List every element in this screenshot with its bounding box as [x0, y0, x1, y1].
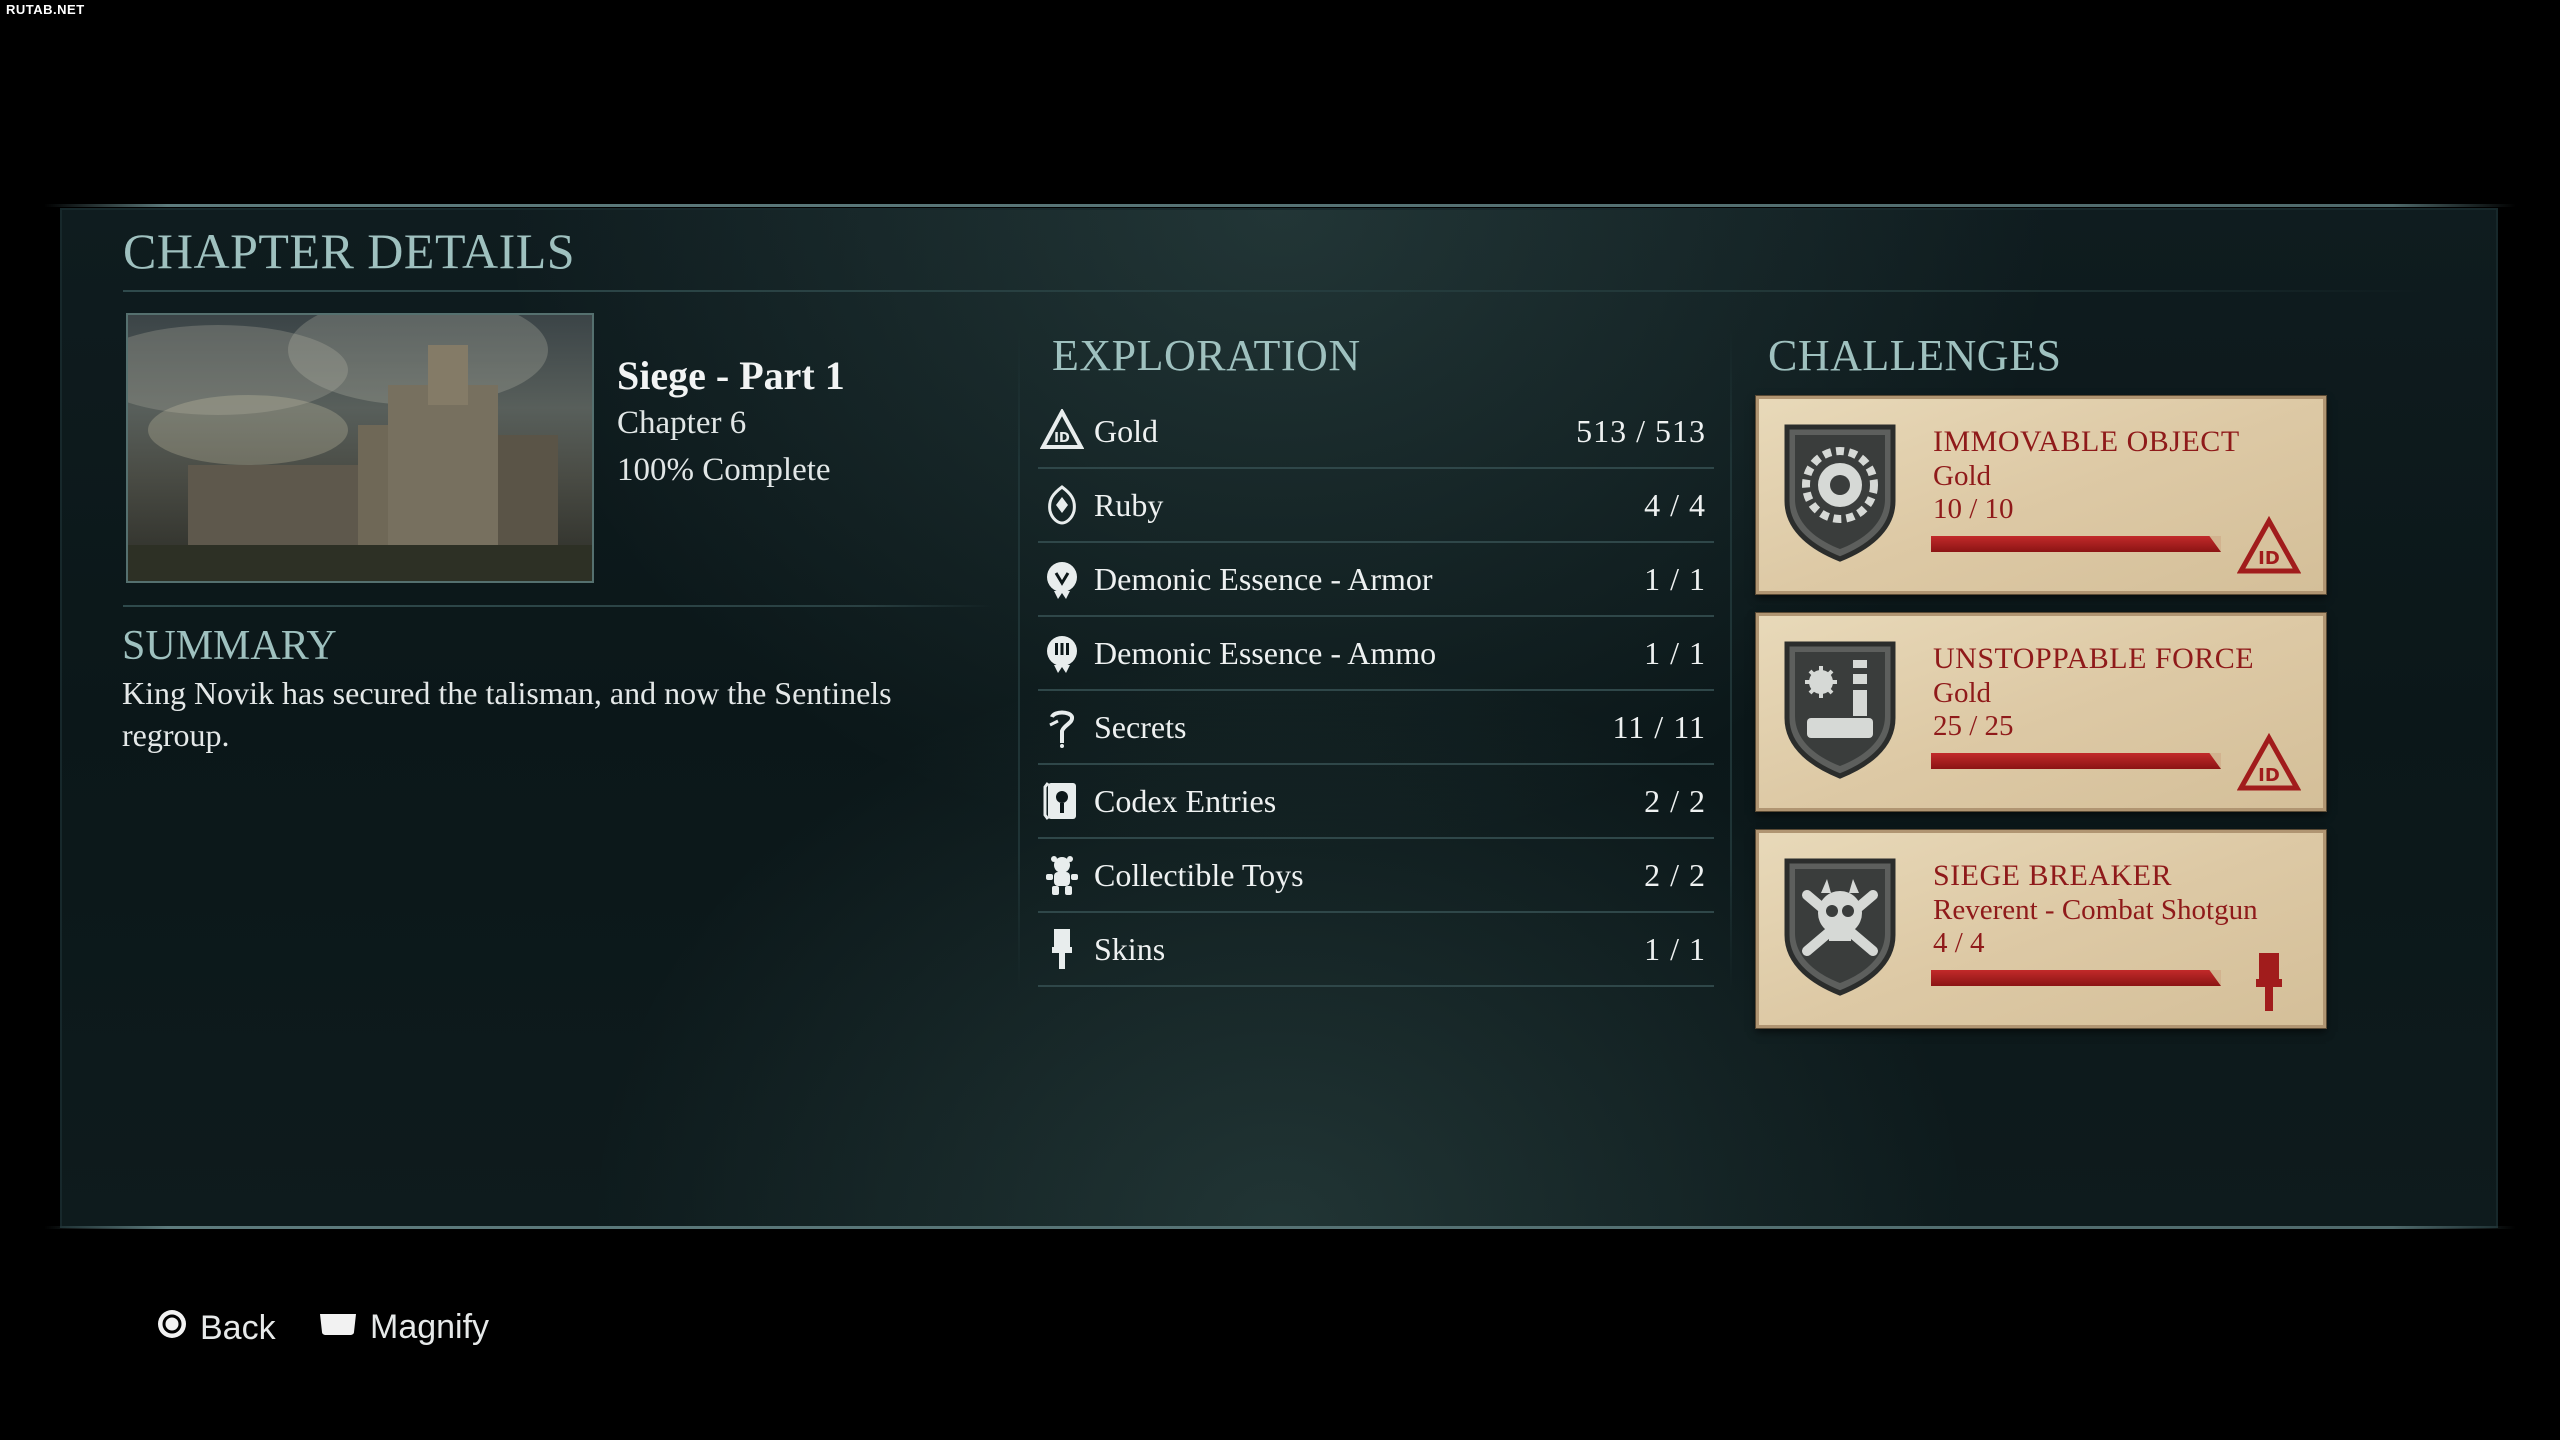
- svg-text:ID: ID: [2258, 548, 2280, 569]
- exploration-item-toys: Collectible Toys 2 / 2: [1038, 839, 1714, 913]
- back-label: Back: [200, 1309, 276, 1347]
- weapons-shield-icon: [1784, 641, 1896, 779]
- exploration-item-codex: Codex Entries 2 / 2: [1038, 765, 1714, 839]
- summary-heading: SUMMARY: [122, 623, 337, 669]
- challenge-progress: 10 / 10: [1933, 493, 2014, 525]
- column-divider: [1018, 330, 1020, 990]
- challenge-card-siege-breaker[interactable]: SIEGE BREAKER Reverent - Combat Shotgun …: [1756, 830, 2326, 1028]
- page-title: CHAPTER DETAILS: [123, 223, 576, 279]
- exploration-item-gold: ID Gold 513 / 513: [1038, 395, 1714, 469]
- title-divider: [123, 290, 2423, 292]
- magnify-prompt[interactable]: Magnify: [318, 1308, 489, 1347]
- exploration-list: ID Gold 513 / 513 Ruby 4 / 4 Demonic Ess…: [1038, 395, 1714, 987]
- toy-icon: [1040, 853, 1084, 897]
- challenge-card-immovable-object[interactable]: IMMOVABLE OBJECT Gold 10 / 10 ID: [1756, 396, 2326, 594]
- challenge-progress-bar: [1931, 536, 2221, 552]
- codex-icon: [1040, 779, 1084, 823]
- skull-crossbones-shield-icon: [1784, 858, 1896, 996]
- challenge-card-unstoppable-force[interactable]: UNSTOPPABLE FORCE Gold 25 / 25 ID: [1756, 613, 2326, 811]
- gear-shield-icon: [1784, 424, 1896, 562]
- svg-text:ID: ID: [2258, 765, 2280, 786]
- chapter-number: Chapter 6: [617, 405, 747, 441]
- exploration-item-demonic-essence-armor: Demonic Essence - Armor 1 / 1: [1038, 543, 1714, 617]
- exploration-item-secrets: Secrets 11 / 11: [1038, 691, 1714, 765]
- challenge-reward: Reverent - Combat Shotgun: [1933, 894, 2258, 926]
- column-divider: [1730, 330, 1732, 990]
- skins-icon: [1040, 927, 1084, 971]
- challenge-progress-bar: [1931, 970, 2221, 986]
- back-prompt[interactable]: Back: [156, 1308, 276, 1349]
- summary-divider: [123, 605, 993, 607]
- gold-icon: ID: [2237, 732, 2301, 791]
- demonic-essence-armor-icon: [1040, 557, 1084, 601]
- panel-rim-top: [44, 204, 2516, 207]
- secrets-icon: [1040, 705, 1084, 749]
- challenge-reward: Gold: [1933, 677, 1991, 709]
- chapter-name: Siege - Part 1: [617, 353, 845, 398]
- gold-icon: ID: [1040, 409, 1084, 453]
- touchpad-button-icon: [318, 1308, 358, 1347]
- panel-rim-bottom: [44, 1226, 2516, 1229]
- challenge-title: UNSTOPPABLE FORCE: [1933, 642, 2255, 675]
- exploration-heading: EXPLORATION: [1052, 331, 1361, 380]
- watermark: RUTAB.NET: [6, 2, 85, 17]
- challenge-progress: 4 / 4: [1933, 927, 1985, 959]
- magnify-label: Magnify: [370, 1308, 490, 1346]
- challenge-title: IMMOVABLE OBJECT: [1933, 425, 2240, 458]
- paintbrush-icon: [2256, 953, 2282, 1011]
- challenge-title: SIEGE BREAKER: [1933, 859, 2172, 892]
- svg-text:ID: ID: [1054, 431, 1070, 446]
- challenge-reward: Gold: [1933, 460, 1991, 492]
- challenge-progress: 25 / 25: [1933, 710, 2014, 742]
- exploration-item-demonic-essence-ammo: Demonic Essence - Ammo 1 / 1: [1038, 617, 1714, 691]
- challenges-heading: CHALLENGES: [1768, 331, 2062, 380]
- summary-text: King Novik has secured the talisman, and…: [122, 675, 892, 753]
- exploration-item-ruby: Ruby 4 / 4: [1038, 469, 1714, 543]
- ruby-icon: [1040, 483, 1084, 527]
- chapter-thumbnail: [126, 313, 594, 583]
- exploration-item-skins: Skins 1 / 1: [1038, 913, 1714, 987]
- challenge-progress-bar: [1931, 753, 2221, 769]
- circle-button-icon: [156, 1308, 188, 1349]
- gold-icon: ID: [2237, 515, 2301, 574]
- demonic-essence-ammo-icon: [1040, 631, 1084, 675]
- chapter-completion: 100% Complete: [617, 452, 831, 488]
